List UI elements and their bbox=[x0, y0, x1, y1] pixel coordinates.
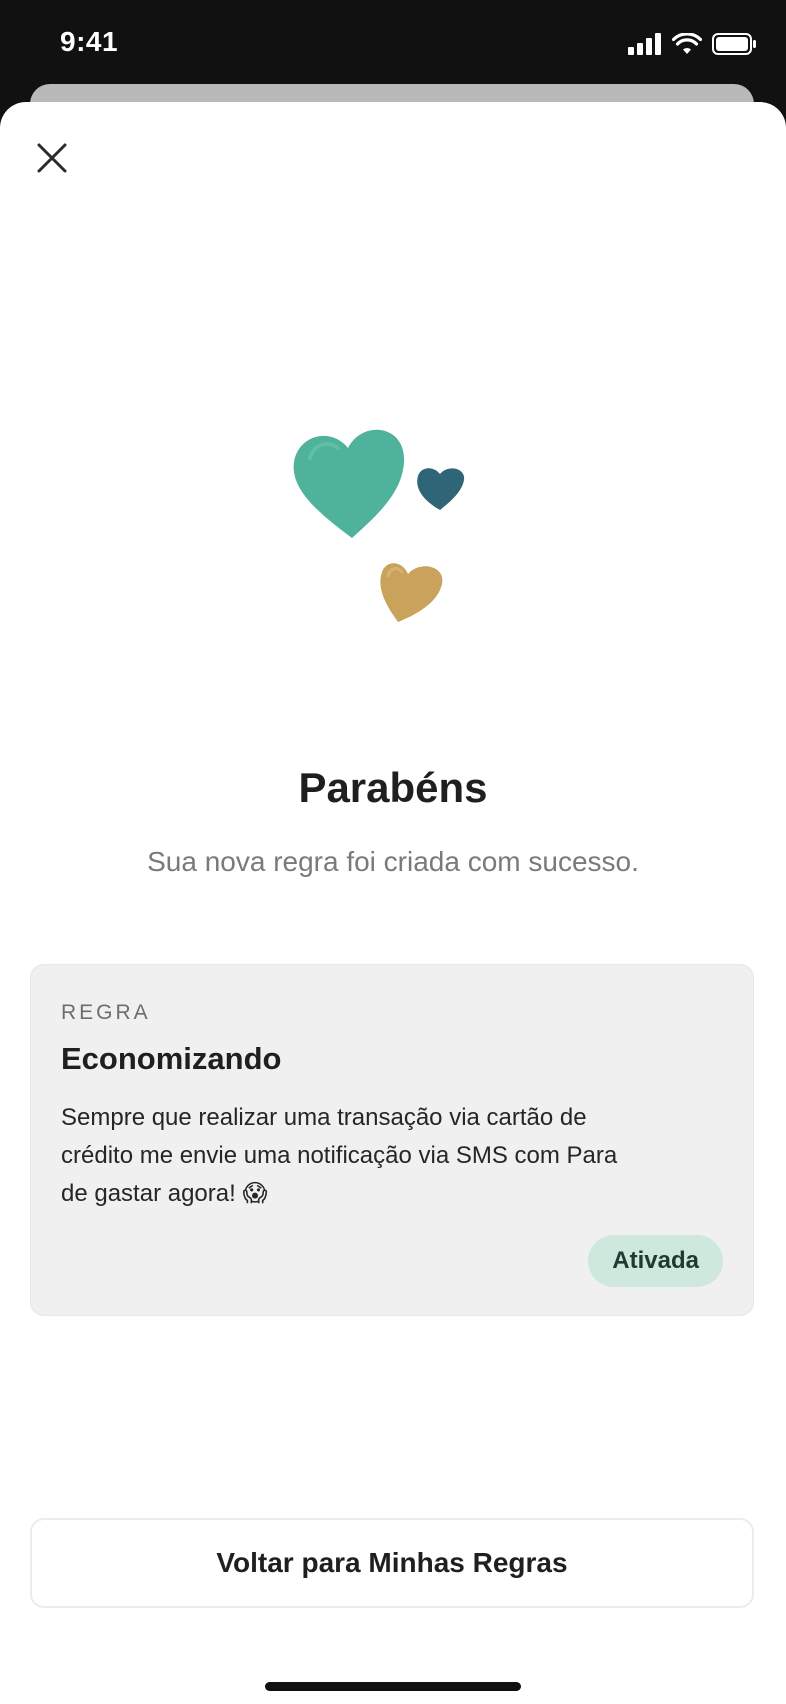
close-icon bbox=[37, 143, 67, 173]
wifi-icon bbox=[672, 33, 702, 54]
rule-card: REGRA Economizando Sempre que realizar u… bbox=[30, 964, 754, 1316]
rule-name: Economizando bbox=[61, 1041, 282, 1076]
status-badge: Ativada bbox=[588, 1235, 723, 1287]
status-icons bbox=[628, 30, 756, 58]
large-heart-icon bbox=[293, 429, 405, 538]
back-to-rules-button[interactable]: Voltar para Minhas Regras bbox=[30, 1518, 754, 1608]
gold-heart-icon bbox=[380, 563, 443, 622]
home-indicator bbox=[265, 1682, 521, 1691]
rule-description: Sempre que realizar uma transação via ca… bbox=[61, 1104, 618, 1207]
status-bar: 9:41 bbox=[0, 0, 786, 90]
small-heart-icon bbox=[417, 468, 465, 510]
rule-kicker: REGRA bbox=[61, 1001, 151, 1024]
battery-icon bbox=[712, 33, 756, 55]
modal-sheet: Parabéns Sua nova regra foi criada com s… bbox=[0, 102, 786, 1704]
page-subtitle: Sua nova regra foi criada com sucesso. bbox=[147, 846, 639, 877]
status-time: 9:41 bbox=[60, 26, 119, 57]
close-button[interactable] bbox=[30, 136, 74, 180]
hearts-illustration bbox=[293, 429, 465, 622]
signal-icon bbox=[628, 33, 661, 55]
page-title: Parabéns bbox=[298, 764, 488, 811]
